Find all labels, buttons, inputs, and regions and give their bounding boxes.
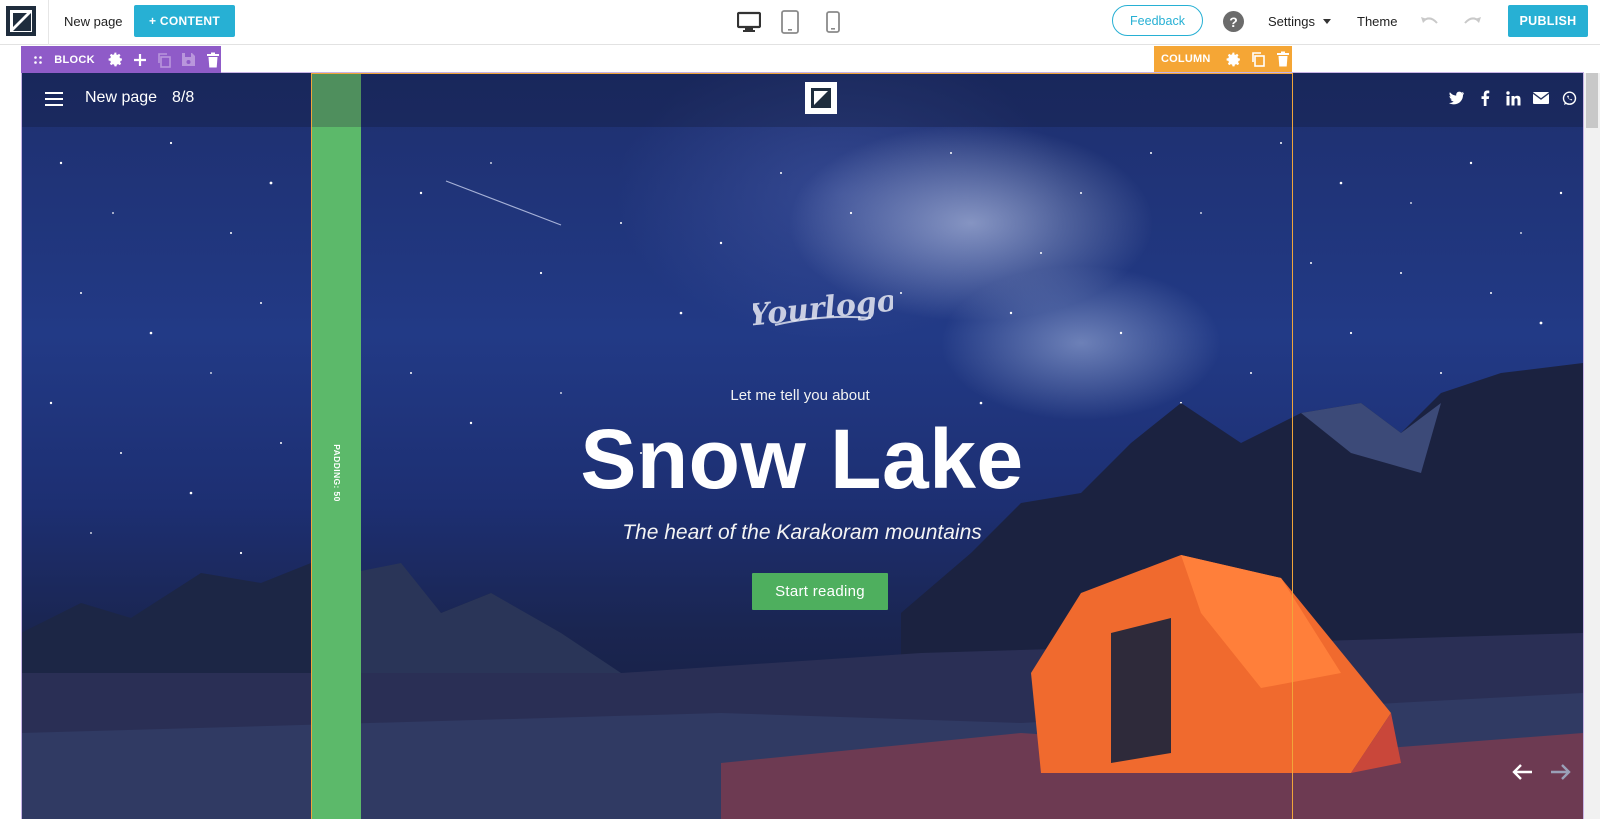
column-toolbar: COLUMN <box>1154 46 1292 72</box>
site-nav-title: New page <box>85 89 158 106</box>
site-navbar: New page 8/8 <box>21 73 1583 127</box>
tablet-icon[interactable] <box>780 10 800 34</box>
trash-icon[interactable] <box>1275 50 1292 68</box>
add-content-button[interactable]: + CONTENT <box>134 5 235 37</box>
settings-menu[interactable]: Settings <box>1268 14 1331 29</box>
gear-icon[interactable] <box>1224 50 1241 68</box>
hero-title[interactable]: Snow Lake <box>21 411 1583 508</box>
chevron-down-icon <box>1322 19 1331 24</box>
block-label: BLOCK <box>54 53 95 66</box>
toolbar-divider <box>48 0 49 45</box>
column-label: COLUMN <box>1161 53 1211 65</box>
theme-button[interactable]: Theme <box>1357 14 1397 29</box>
twitter-icon[interactable] <box>1449 90 1465 106</box>
arrow-right-icon[interactable] <box>1549 763 1571 781</box>
copy-icon[interactable] <box>1250 50 1267 68</box>
page-canvas: New page 8/8 PADDING: 50 Yourlogo Snow L… <box>21 73 1583 819</box>
undo-icon[interactable] <box>1419 11 1441 33</box>
hero-pretitle[interactable]: Let me tell you about <box>0 387 1600 404</box>
start-reading-button[interactable]: Start reading <box>752 573 888 610</box>
page-scrollbar[interactable] <box>1584 73 1600 819</box>
svg-text:Yourlogo: Yourlogo <box>753 283 893 333</box>
plus-icon[interactable] <box>132 51 148 69</box>
arrow-left-icon[interactable] <box>1512 763 1534 781</box>
linkedin-icon[interactable] <box>1505 90 1521 106</box>
page-counter: 8/8 <box>172 89 195 106</box>
app-logo-icon[interactable] <box>6 6 36 36</box>
hero-subtitle[interactable]: The heart of the Karakoram mountains <box>21 521 1583 545</box>
desktop-icon[interactable] <box>737 10 761 34</box>
block-toolbar: BLOCK <box>21 46 221 73</box>
column-outline-top <box>311 73 1293 74</box>
feedback-button[interactable]: Feedback <box>1112 5 1203 36</box>
drag-handle-icon[interactable] <box>30 51 46 69</box>
whatsapp-icon[interactable] <box>1561 90 1577 106</box>
site-logo-icon[interactable] <box>805 82 837 114</box>
phone-icon[interactable] <box>824 10 842 34</box>
hamburger-menu-icon[interactable] <box>45 92 63 106</box>
copy-icon[interactable] <box>156 51 172 69</box>
facebook-icon[interactable] <box>1477 90 1493 106</box>
scrollbar-thumb[interactable] <box>1586 73 1598 128</box>
redo-icon[interactable] <box>1461 11 1483 33</box>
page-name[interactable]: New page <box>64 14 123 29</box>
social-links <box>1449 90 1577 106</box>
settings-label: Settings <box>1268 14 1315 29</box>
publish-button[interactable]: PUBLISH <box>1508 5 1588 37</box>
save-icon[interactable] <box>180 51 196 69</box>
your-logo-image[interactable]: Yourlogo <box>753 278 893 338</box>
gear-icon[interactable] <box>107 51 124 69</box>
email-icon[interactable] <box>1533 90 1549 106</box>
editor-toolbar: New page + CONTENT Feedback ? Settings T… <box>0 0 1600 45</box>
trash-icon[interactable] <box>205 51 221 69</box>
padding-indicator-top <box>312 73 361 127</box>
help-icon[interactable]: ? <box>1223 11 1244 32</box>
